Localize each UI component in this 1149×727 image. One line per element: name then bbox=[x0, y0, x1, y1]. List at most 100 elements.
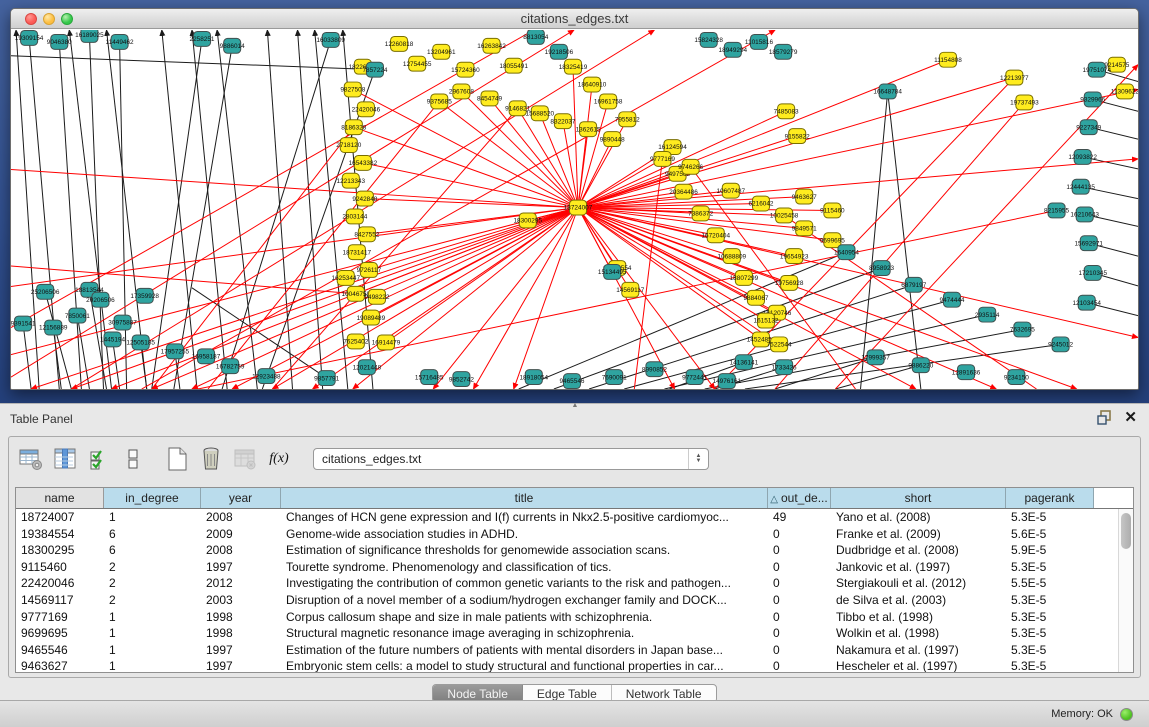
graph-node[interactable]: 9115460 bbox=[820, 203, 845, 218]
table-cell[interactable]: Jankovic et al. (1997) bbox=[831, 559, 1006, 576]
table-cell[interactable]: 1997 bbox=[201, 658, 281, 672]
graph-node[interactable]: 7522544 bbox=[767, 337, 792, 352]
table-cell[interactable]: Nakamura et al. (1997) bbox=[831, 642, 1006, 659]
graph-node[interactable]: 16648784 bbox=[873, 84, 902, 99]
table-row[interactable]: 911546021997Tourette syndrome. Phenomeno… bbox=[16, 559, 1118, 576]
table-cell[interactable]: 0 bbox=[768, 592, 831, 609]
graph-node[interactable]: 12891636 bbox=[952, 365, 981, 380]
graph-node[interactable]: 7386372 bbox=[688, 206, 713, 221]
graph-node[interactable]: 8990852 bbox=[642, 362, 667, 377]
graph-node[interactable]: 19737493 bbox=[1010, 95, 1039, 110]
graph-node[interactable]: 18640910 bbox=[578, 77, 607, 92]
table-cell[interactable]: 5.3E-5 bbox=[1006, 625, 1094, 642]
graph-node[interactable]: 13204961 bbox=[427, 44, 456, 59]
table-row[interactable]: 946554611997Estimation of the future num… bbox=[16, 642, 1118, 659]
graph-node[interactable]: 7625402 bbox=[343, 334, 368, 349]
graph-node[interactable]: 22420046 bbox=[352, 102, 381, 117]
column-header-pagerank[interactable]: pagerank bbox=[1006, 488, 1094, 508]
network-window-titlebar[interactable]: citations_edges.txt bbox=[11, 9, 1138, 29]
graph-node[interactable]: 9245012 bbox=[1048, 337, 1073, 352]
table-cell[interactable]: 1 bbox=[104, 509, 201, 526]
table-cell[interactable]: 2003 bbox=[201, 592, 281, 609]
graph-edge[interactable] bbox=[369, 208, 578, 270]
graph-node[interactable]: 16189025 bbox=[75, 30, 104, 42]
delete-table-icon[interactable] bbox=[197, 445, 225, 473]
table-row[interactable]: 2242004622012Investigating the contribut… bbox=[16, 575, 1118, 592]
row-height-icon[interactable] bbox=[119, 445, 147, 473]
table-cell[interactable]: Dudbridge et al. (2008) bbox=[831, 542, 1006, 559]
network-canvas[interactable]: 1872400793756852967608845474991468211568… bbox=[11, 30, 1138, 389]
graph-node[interactable]: 7632695 bbox=[1010, 322, 1035, 337]
graph-node[interactable]: 12093822 bbox=[1068, 150, 1097, 165]
new-table-icon[interactable] bbox=[163, 445, 191, 473]
import-table-icon[interactable] bbox=[231, 445, 259, 473]
graph-node[interactable]: 9884067 bbox=[743, 290, 768, 305]
graph-node[interactable]: 2967608 bbox=[449, 84, 474, 99]
table-cell[interactable]: 0 bbox=[768, 609, 831, 626]
graph-node[interactable]: 19309154 bbox=[15, 30, 44, 45]
graph-edge[interactable] bbox=[835, 65, 1138, 389]
graph-edge[interactable] bbox=[11, 208, 578, 358]
table-cell[interactable]: 49 bbox=[768, 509, 831, 526]
column-header-in_degree[interactable]: in_degree bbox=[104, 488, 201, 508]
panel-float-icon[interactable] bbox=[1097, 410, 1112, 425]
graph-edge[interactable] bbox=[23, 324, 31, 389]
graph-node[interactable]: 25206506 bbox=[31, 284, 60, 299]
table-cell[interactable]: 5.3E-5 bbox=[1006, 642, 1094, 659]
graph-node[interactable]: 8427552 bbox=[354, 227, 379, 242]
graph-node[interactable]: 6879197 bbox=[901, 277, 926, 292]
graph-node[interactable]: 19654923 bbox=[780, 249, 809, 264]
table-cell[interactable]: 2 bbox=[104, 559, 201, 576]
graph-edge[interactable] bbox=[775, 102, 1024, 389]
graph-node[interactable]: 8322037 bbox=[550, 114, 575, 129]
table-cell[interactable]: 0 bbox=[768, 575, 831, 592]
table-cell[interactable]: 0 bbox=[768, 526, 831, 543]
graph-node[interactable]: 11309622 bbox=[1111, 84, 1138, 99]
graph-node[interactable]: 16961758 bbox=[594, 94, 623, 109]
graph-node[interactable]: 12213343 bbox=[337, 173, 366, 188]
graph-node[interactable]: 18579279 bbox=[769, 44, 798, 59]
table-cell[interactable]: Changes of HCN gene expression and I(f) … bbox=[281, 509, 768, 526]
table-cell[interactable]: 5.3E-5 bbox=[1006, 509, 1094, 526]
graph-node[interactable]: 30975887 bbox=[108, 315, 137, 330]
table-row[interactable]: 1938455462009Genome-wide association stu… bbox=[16, 526, 1118, 543]
graph-node[interactable]: 2718120 bbox=[336, 138, 361, 153]
table-cell[interactable]: Hescheler et al. (1997) bbox=[831, 658, 1006, 672]
graph-node[interactable]: 9234150 bbox=[1004, 370, 1029, 385]
column-header-short[interactable]: short bbox=[831, 488, 1006, 508]
column-header-name[interactable]: name bbox=[16, 488, 104, 508]
table-cell[interactable]: 0 bbox=[768, 542, 831, 559]
graph-node[interactable]: 11449462 bbox=[106, 34, 135, 49]
graph-node[interactable]: 1362615 bbox=[576, 122, 601, 137]
function-builder-icon[interactable]: f(x) bbox=[265, 445, 293, 473]
table-row[interactable]: 1872400712008Changes of HCN gene express… bbox=[16, 509, 1118, 526]
graph-edge[interactable] bbox=[272, 208, 578, 389]
graph-node[interactable]: 9227349 bbox=[1076, 120, 1101, 135]
table-cell[interactable]: 5.3E-5 bbox=[1006, 592, 1094, 609]
table-select-dropdown[interactable]: citations_edges.txt ▲▼ bbox=[313, 448, 709, 470]
table-cell[interactable]: 2012 bbox=[201, 575, 281, 592]
graph-node[interactable]: 9329966 bbox=[1080, 92, 1105, 107]
graph-node[interactable]: 12213977 bbox=[1000, 70, 1029, 85]
table-cell[interactable]: 6 bbox=[104, 542, 201, 559]
table-settings-icon[interactable] bbox=[17, 445, 45, 473]
minimize-traffic-light-icon[interactable] bbox=[43, 13, 55, 25]
table-cell[interactable]: 22420046 bbox=[16, 575, 104, 592]
graph-node[interactable]: 19218506 bbox=[545, 44, 574, 59]
table-cell[interactable]: 2 bbox=[104, 575, 201, 592]
graph-edge[interactable] bbox=[222, 40, 331, 389]
table-cell[interactable]: 5.3E-5 bbox=[1006, 609, 1094, 626]
table-cell[interactable]: 5.5E-5 bbox=[1006, 575, 1094, 592]
zoom-traffic-light-icon[interactable] bbox=[61, 13, 73, 25]
graph-node[interactable]: 9391541 bbox=[11, 316, 36, 331]
table-cell[interactable]: 19384554 bbox=[16, 526, 104, 543]
graph-node[interactable]: 18325419 bbox=[559, 59, 588, 74]
table-cell[interactable]: Embryonic stem cells: a model to study s… bbox=[281, 658, 768, 672]
table-cell[interactable]: Tibbo et al. (1998) bbox=[831, 609, 1006, 626]
table-cell[interactable]: 1 bbox=[104, 658, 201, 672]
graph-node[interactable]: 8186328 bbox=[341, 120, 366, 135]
graph-node[interactable]: 9849571 bbox=[792, 221, 817, 236]
table-cell[interactable]: 18724007 bbox=[16, 509, 104, 526]
graph-node[interactable]: 9474444 bbox=[940, 292, 965, 307]
graph-node[interactable]: 9726117 bbox=[357, 263, 382, 278]
